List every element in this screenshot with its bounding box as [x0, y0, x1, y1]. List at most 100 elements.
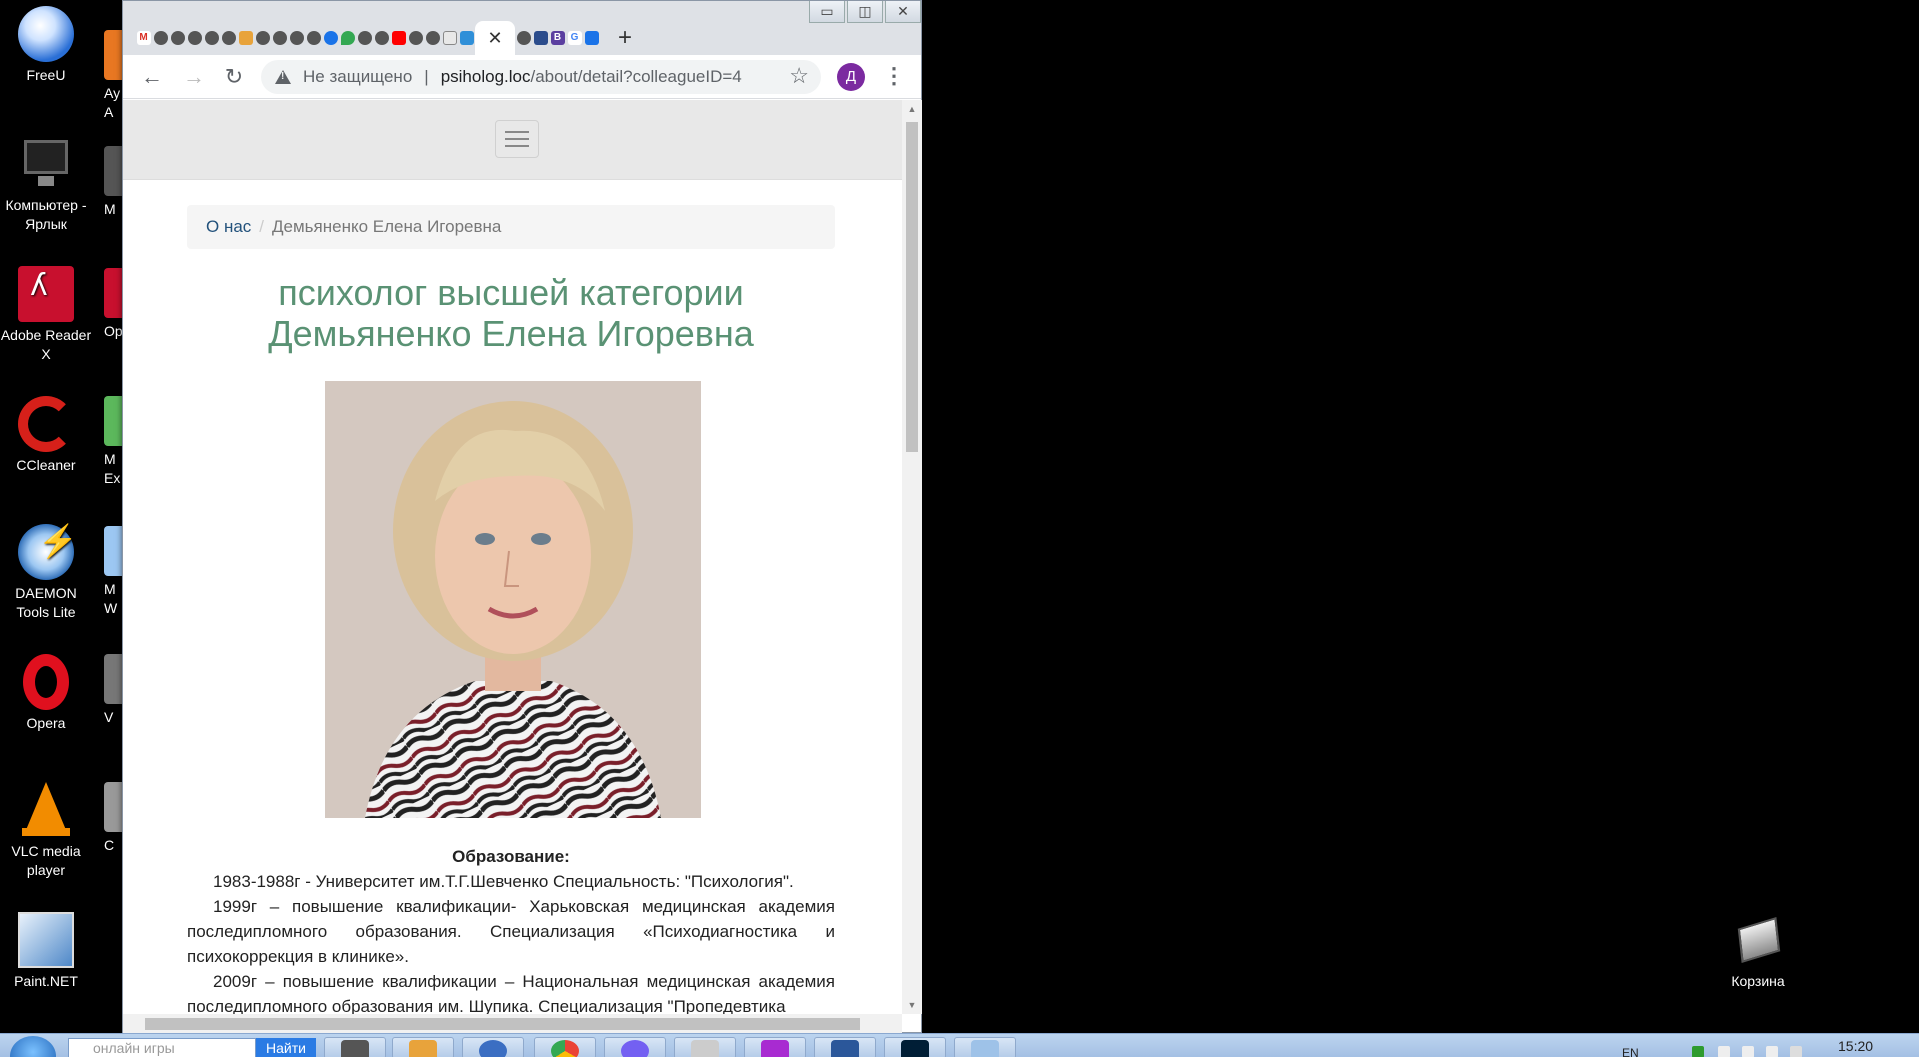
tab[interactable]: B [549, 21, 566, 55]
desktop-icon-vlc[interactable]: VLC media player [0, 782, 92, 880]
tab[interactable] [373, 21, 390, 55]
education-heading: Образование: [452, 847, 570, 866]
profile-avatar[interactable]: Д [837, 63, 865, 91]
desktop-icon-freeu[interactable]: FreeU [0, 6, 92, 85]
tray-icon[interactable] [1718, 1046, 1730, 1057]
taskbar-chrome[interactable] [534, 1037, 596, 1057]
scroll-thumb[interactable] [906, 122, 918, 452]
desktop-icon-adobe-reader[interactable]: ʎ Adobe Reader X [0, 266, 92, 364]
bookmark-star-icon[interactable]: ☆ [789, 63, 809, 89]
reload-button[interactable]: ↻ [219, 63, 249, 91]
maximize-button[interactable]: ◫ [847, 1, 883, 23]
desktop-icon-partial[interactable]: M W [104, 526, 122, 618]
taskbar-phpstorm[interactable] [744, 1037, 806, 1057]
tab[interactable] [169, 21, 186, 55]
tab[interactable] [152, 21, 169, 55]
tab[interactable] [356, 21, 373, 55]
desktop-icon-partial[interactable]: Ay A [104, 30, 122, 122]
minimize-button[interactable]: ▭ [809, 1, 845, 23]
tab[interactable] [407, 21, 424, 55]
tray-icon[interactable] [1742, 1046, 1754, 1057]
taskbar-word[interactable] [814, 1037, 876, 1057]
desktop-icon-partial[interactable]: C [104, 782, 122, 855]
browser-menu-icon[interactable]: ⋮ [883, 63, 905, 91]
desktop-icon-daemon-tools[interactable]: ⚡ DAEMON Tools Lite [0, 524, 92, 622]
tab[interactable] [441, 21, 458, 55]
window-controls: ▭ ◫ ✕ [807, 1, 921, 25]
tab[interactable] [254, 21, 271, 55]
tab[interactable] [220, 21, 237, 55]
desktop-icon-opera[interactable]: Opera [0, 654, 92, 733]
scroll-thumb[interactable] [145, 1018, 860, 1030]
desktop-icon-recycle-bin[interactable]: Корзина [1712, 912, 1804, 991]
tab[interactable] [322, 21, 339, 55]
taskbar-app[interactable] [674, 1037, 736, 1057]
security-label[interactable]: Не защищено [303, 67, 412, 87]
tab[interactable] [390, 21, 407, 55]
back-button[interactable]: ← [137, 63, 167, 91]
app-icon [104, 30, 122, 80]
tab[interactable] [424, 21, 441, 55]
taskbar-app[interactable] [392, 1037, 454, 1057]
gmail-icon: M [136, 31, 151, 45]
taskbar-app[interactable] [462, 1037, 524, 1057]
maps-icon [340, 31, 355, 45]
start-button[interactable] [10, 1036, 56, 1057]
close-icon[interactable]: ✕ [487, 28, 502, 49]
youtube-icon [391, 31, 406, 45]
tab[interactable] [339, 21, 356, 55]
forward-button[interactable]: → [179, 63, 209, 91]
new-tab-button[interactable]: + [608, 21, 642, 55]
address-bar[interactable]: Не защищено | psiholog.loc/about/detail?… [261, 60, 821, 94]
phpstorm-icon [761, 1040, 789, 1057]
horizontal-scrollbar[interactable] [123, 1014, 902, 1034]
desktop-icon-partial[interactable]: M Ex [104, 396, 122, 488]
clock[interactable]: 15:20 [1838, 1038, 1873, 1054]
desktop-icon-partial[interactable]: V [104, 654, 122, 727]
close-window-button[interactable]: ✕ [885, 1, 921, 23]
gear-icon [323, 31, 338, 45]
scroll-down-icon[interactable]: ▼ [902, 1000, 922, 1010]
tab[interactable] [271, 21, 288, 55]
tab[interactable] [288, 21, 305, 55]
page-icon [272, 31, 287, 45]
desktop-icon-computer[interactable]: Компьютер - Ярлык [0, 136, 92, 234]
language-indicator[interactable]: EN [1622, 1046, 1639, 1057]
education-section: Образование: 1983-1988г - Университет им… [187, 844, 835, 1014]
hamburger-menu-icon[interactable] [495, 120, 539, 158]
tab[interactable]: G [566, 21, 583, 55]
tab[interactable] [305, 21, 322, 55]
taskbar-photoshop[interactable] [884, 1037, 946, 1057]
tab[interactable] [237, 21, 254, 55]
taskbar-search-input[interactable]: онлайн игры [68, 1038, 256, 1057]
taskbar-viber[interactable] [604, 1037, 666, 1057]
tab[interactable] [203, 21, 220, 55]
desktop-icon-partial[interactable]: M [104, 146, 122, 219]
breadcrumb-separator: / [259, 217, 265, 236]
network-icon[interactable] [1692, 1046, 1704, 1057]
app-icon [479, 1040, 507, 1057]
vertical-scrollbar[interactable]: ▲ ▼ [902, 100, 922, 1014]
volume-icon[interactable] [1790, 1046, 1802, 1057]
tab[interactable] [532, 21, 549, 55]
taskbar-search-button[interactable]: Найти [256, 1038, 316, 1057]
taskbar-app[interactable] [954, 1037, 1016, 1057]
tab[interactable] [186, 21, 203, 55]
breadcrumb-link-about[interactable]: О нас [206, 217, 251, 236]
tab-active[interactable]: ✕ [475, 21, 515, 55]
page-viewport: О нас / Демьяненко Елена Игоревна психолог… [123, 100, 902, 1014]
app-icon [104, 526, 122, 576]
tab[interactable] [458, 21, 475, 55]
tab[interactable] [515, 21, 532, 55]
tab[interactable] [583, 21, 600, 55]
desktop-icon-ccleaner[interactable]: CCleaner [0, 396, 92, 475]
app-icon [971, 1040, 999, 1057]
page-icon [187, 31, 202, 45]
scroll-up-icon[interactable]: ▲ [902, 104, 922, 114]
taskbar-app[interactable] [324, 1037, 386, 1057]
desktop-icon-paintnet[interactable]: Paint.NET [0, 912, 92, 991]
tab-gmail[interactable]: M [135, 21, 152, 55]
breadcrumb-current: Демьяненко Елена Игоревна [272, 217, 502, 236]
desktop-icon-partial[interactable]: Ope [104, 268, 122, 341]
tray-icon[interactable] [1766, 1046, 1778, 1057]
